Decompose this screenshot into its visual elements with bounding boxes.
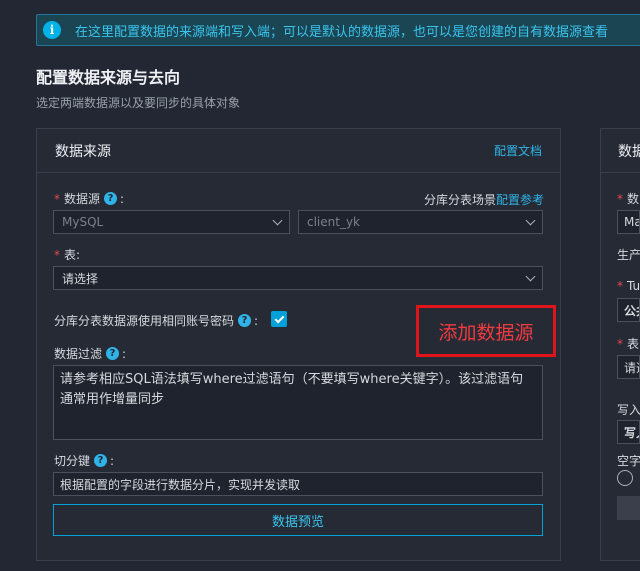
target-write-select[interactable]: 写入: [617, 420, 640, 444]
datasource-type-select[interactable]: MySQL: [53, 210, 290, 234]
source-panel-header: 数据来源 配置文档: [37, 129, 560, 173]
same-account-checkbox[interactable]: [271, 311, 287, 327]
info-icon: i: [43, 21, 61, 39]
target-null-label: 空字: [617, 454, 640, 468]
banner-text: 在这里配置数据的来源端和写入端；可以是默认的数据源，也可以是您创建的自有数据源查…: [75, 24, 609, 40]
target-action-button[interactable]: [617, 496, 640, 520]
required-mark: *: [54, 247, 60, 262]
datasource-name-value: client_yk: [307, 215, 361, 229]
sharding-hint: 分库分表场景 配置参考: [424, 191, 544, 208]
data-preview-button[interactable]: 数据预览: [53, 504, 543, 536]
split-key-input[interactable]: 根据配置的字段进行数据分片，实现并发读取: [53, 472, 543, 496]
split-key-label-text: 切分键: [54, 454, 91, 468]
help-icon[interactable]: ?: [104, 192, 118, 205]
help-icon[interactable]: ?: [94, 454, 108, 467]
page-title: 配置数据来源与去向: [36, 68, 181, 87]
page-subtitle: 选定两端数据源以及要同步的具体对象: [36, 96, 241, 110]
chevron-down-icon: [272, 215, 283, 225]
table-label: * 表:: [54, 247, 81, 263]
help-icon[interactable]: ?: [238, 314, 252, 327]
source-panel-title: 数据来源: [55, 143, 111, 160]
same-account-label-text: 分库分表数据源使用相同账号密码: [54, 314, 235, 328]
target-datasource-label: * 数: [617, 192, 640, 206]
help-icon[interactable]: ?: [106, 347, 120, 360]
datasource-label: * 数据源 ?:: [54, 191, 125, 207]
target-table-select[interactable]: 请选: [617, 355, 640, 379]
filter-label-text: 数据过滤: [54, 347, 103, 361]
add-datasource-annotation: 添加数据源: [416, 305, 556, 357]
config-doc-link[interactable]: 配置文档: [494, 142, 542, 159]
table-select[interactable]: 请选择: [53, 266, 543, 290]
datasource-name-select[interactable]: client_yk: [298, 210, 543, 234]
target-panel-title: 数据: [618, 143, 640, 160]
datasource-type-value: MySQL: [62, 215, 104, 229]
target-tunnel-label: * Tu: [617, 279, 640, 293]
target-production-text: 生产: [617, 248, 640, 262]
sharding-hint-text: 分库分表场景: [424, 193, 497, 207]
filter-textarea[interactable]: 请参考相应SQL语法填写where过滤语句（不要填写where关键字）。该过滤语…: [53, 365, 543, 440]
filter-label: 数据过滤 ?:: [54, 346, 127, 362]
info-banner: i 在这里配置数据的来源端和写入端；可以是默认的数据源，也可以是您创建的自有数据…: [36, 14, 640, 46]
datasource-label-text: 数据源: [64, 192, 101, 206]
target-tunnel-select[interactable]: 公共: [617, 298, 640, 322]
split-key-label: 切分键 ?:: [54, 453, 115, 469]
target-radio[interactable]: [617, 470, 633, 486]
target-table-label: * 表: [617, 337, 640, 351]
target-datasource-select[interactable]: Ma: [617, 210, 640, 234]
chevron-down-icon: [525, 271, 536, 281]
target-panel-header: 数据: [601, 129, 640, 173]
checkmark-icon: [274, 313, 284, 323]
sharding-reference-link[interactable]: 配置参考: [496, 191, 544, 208]
same-account-label: 分库分表数据源使用相同账号密码 ?:: [54, 313, 259, 329]
chevron-down-icon: [525, 215, 536, 225]
target-write-label: 写入: [617, 403, 640, 417]
table-label-text: 表: [64, 248, 77, 262]
required-mark: *: [54, 191, 60, 206]
table-select-value: 请选择: [62, 271, 99, 286]
